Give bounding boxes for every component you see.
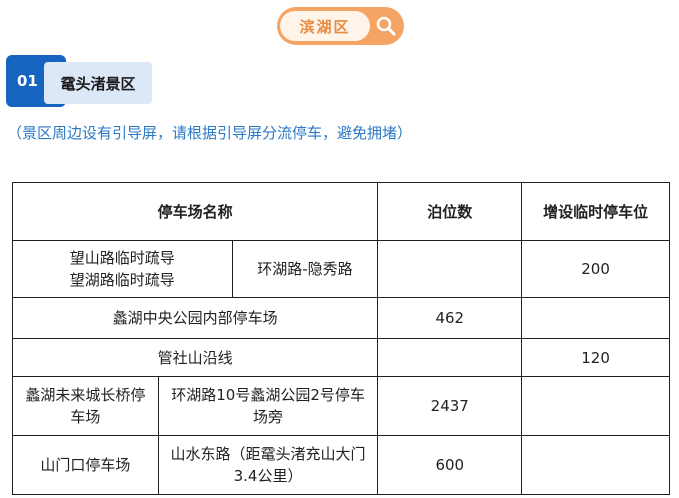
row-name: 望山路临时疏导 望湖路临时疏导 [12,240,233,298]
row-location: 环湖路10号蠡湖公园2号停车场旁 [157,376,379,436]
row-spaces: 462 [377,297,523,339]
district-label: 滨湖区 [280,11,370,41]
row-spaces [377,240,523,298]
search-icon [376,16,395,36]
row-spaces: 2437 [377,376,523,436]
parking-table: 停车场名称 泊位数 增设临时停车位 望山路临时疏导 望湖路临时疏导 环湖路-隐秀… [11,182,670,495]
table-row: 望山路临时疏导 望湖路临时疏导 环湖路-隐秀路 200 [12,240,670,298]
row-spaces: 600 [377,435,523,495]
row-location: 山水东路（距鼋头渚充山大门3.4公里） [157,435,379,495]
row-temp: 200 [521,240,670,298]
header-spaces: 泊位数 [377,182,523,241]
row-temp [521,297,670,339]
parking-note: （景区周边设有引导屏，请根据引导屏分流停车，避免拥堵） [7,124,413,142]
row-name: 蠡湖中央公园内部停车场 [11,297,379,339]
row-temp [521,435,670,495]
header-temp: 增设临时停车位 [521,182,670,241]
table-header-row: 停车场名称 泊位数 增设临时停车位 [11,182,670,241]
row-location: 环湖路-隐秀路 [231,240,379,298]
table-row: 管社山沿线 120 [11,338,670,377]
section-title: 鼋头渚景区 [44,62,152,104]
row-temp: 120 [521,338,670,377]
header-name: 停车场名称 [11,182,379,241]
district-selector[interactable]: 滨湖区 [277,7,404,45]
row-name-line: 望山路临时疏导 [69,249,175,267]
row-name: 蠡湖未来城长桥停车场 [12,376,159,436]
district-search-button[interactable] [370,14,401,38]
row-name-line: 望湖路临时疏导 [69,271,175,289]
table-row: 蠡湖未来城长桥停车场 环湖路10号蠡湖公园2号停车场旁 2437 [12,376,670,436]
row-name: 山门口停车场 [12,435,159,495]
row-spaces [377,338,523,377]
row-name: 管社山沿线 [11,338,379,377]
table-row: 蠡湖中央公园内部停车场 462 [11,297,670,339]
row-temp [521,376,670,436]
table-row: 山门口停车场 山水东路（距鼋头渚充山大门3.4公里） 600 [12,435,670,495]
